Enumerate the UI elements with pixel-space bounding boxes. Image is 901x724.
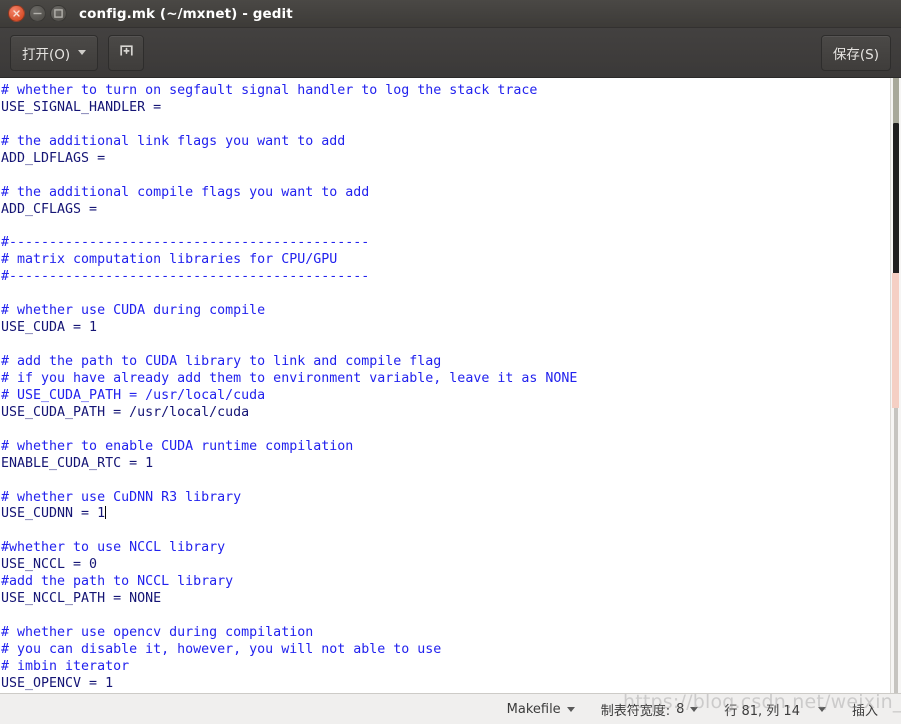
code-line: # whether use opencv during compilation [1, 625, 901, 642]
chevron-down-icon [78, 50, 87, 55]
code-line: # imbin iterator [1, 659, 901, 676]
window-title: config.mk (~/mxnet) - gedit [79, 5, 293, 22]
code-comment: # whether use opencv during compilation [1, 625, 314, 640]
code-comment: #add the path to NCCL library [1, 574, 234, 590]
code-line: # the additional compile flags you want … [1, 185, 901, 202]
save-button[interactable]: 保存(S) [820, 34, 891, 71]
code-line: # you can disable it, however, you will … [1, 642, 901, 659]
maximize-icon[interactable] [50, 5, 67, 22]
chevron-down-icon [690, 706, 699, 712]
scrollbar-track-upper [893, 78, 899, 123]
code-line: ​ [1, 337, 901, 354]
window-controls [8, 5, 67, 22]
code-line: ENABLE_CUDA_RTC = 1 [1, 456, 901, 473]
code-line: ​ [1, 473, 901, 490]
code-comment: # the additional compile flags you want … [1, 184, 370, 200]
code-comment: # USE_CUDA_PATH = /usr/local/cuda [1, 387, 266, 403]
code-line: # the additional link flags you want to … [1, 134, 901, 151]
code-line: USE_NCCL = 0 [1, 557, 901, 574]
scrollbar-thumb[interactable] [893, 123, 899, 288]
code-comment: # imbin iterator [1, 658, 130, 674]
code-line: USE_CUDNN = 1 [1, 506, 901, 523]
insert-mode-indicator[interactable]: 插入 [839, 694, 891, 724]
code-line: #whether to use NCCL library [1, 540, 901, 557]
new-document-icon [118, 42, 135, 63]
code-line: # add the path to CUDA library to link a… [1, 354, 901, 371]
title-bar: config.mk (~/mxnet) - gedit [0, 0, 901, 28]
gedit-window: config.mk (~/mxnet) - gedit 打开(O) 保存(S) … [0, 0, 901, 724]
code-comment: # whether to enable CUDA runtime compila… [1, 438, 354, 454]
code-statement: USE_CUDNN = 1 [1, 506, 106, 522]
chevron-down-icon [817, 706, 826, 712]
code-statement: USE_CUDA = 1 [1, 320, 98, 336]
insert-mode-label: 插入 [851, 703, 878, 719]
code-line: # if you have already add them to enviro… [1, 371, 901, 388]
scrollbar-track-lower [894, 408, 898, 693]
code-statement: ADD_LDFLAGS = [1, 150, 106, 166]
code-comment: #---------------------------------------… [1, 269, 370, 285]
tab-width-selector[interactable]: 制表符宽度: 8 [588, 694, 712, 724]
source-code-text[interactable]: # whether to turn on segfault signal han… [0, 78, 901, 693]
code-comment: # add the path to CUDA library to link a… [1, 354, 442, 369]
open-button-label: 打开(O) [22, 46, 71, 63]
toolbar: 打开(O) 保存(S) [0, 28, 901, 78]
tab-width-label: 制表符宽度: [600, 703, 671, 719]
language-selector[interactable]: Makefile [494, 694, 588, 724]
code-line: # whether use CUDA during compile [1, 303, 901, 320]
code-line: ADD_CFLAGS = [1, 202, 901, 219]
code-statement: USE_SIGNAL_HANDLER = [1, 99, 162, 115]
code-line: # whether to turn on segfault signal han… [1, 83, 901, 100]
code-line: #add the path to NCCL library [1, 574, 901, 591]
code-comment: #---------------------------------------… [1, 235, 370, 251]
vertical-scrollbar[interactable] [890, 78, 901, 693]
code-statement: USE_CUDA_PATH = /usr/local/cuda [1, 404, 250, 420]
code-line: # USE_CUDA_PATH = /usr/local/cuda [1, 388, 901, 405]
code-line: ​ [1, 117, 901, 134]
code-line: ​ [1, 219, 901, 236]
code-statement: USE_OPENCV = 1 [1, 675, 114, 691]
code-comment: # whether to turn on segfault signal han… [1, 83, 538, 98]
status-bar: Makefile 制表符宽度: 8 行 81, 列 14 插入 [0, 693, 901, 724]
code-statement: USE_NCCL_PATH = NONE [1, 591, 162, 607]
editor-area[interactable]: # whether to turn on segfault signal han… [0, 78, 901, 693]
chevron-down-icon [566, 706, 575, 712]
code-line: #---------------------------------------… [1, 269, 901, 286]
code-comment: # whether use CUDA during compile [1, 303, 266, 319]
tab-width-value: 8 [676, 701, 685, 717]
code-line: # whether use CuDNN R3 library [1, 490, 901, 507]
code-statement: ADD_CFLAGS = [1, 201, 98, 217]
text-cursor [104, 506, 106, 520]
code-line: USE_CUDA_PATH = /usr/local/cuda [1, 405, 901, 422]
code-line: #---------------------------------------… [1, 235, 901, 252]
close-icon[interactable] [8, 5, 25, 22]
cursor-position-label: 行 81, 列 14 [724, 703, 800, 719]
save-button-label: 保存(S) [832, 46, 879, 63]
code-line: USE_CUDA = 1 [1, 320, 901, 337]
scrollbar-search-marker [892, 273, 899, 408]
code-comment: # you can disable it, however, you will … [1, 641, 442, 657]
code-line: USE_NCCL_PATH = NONE [1, 591, 901, 608]
code-comment: # matrix computation libraries for CPU/G… [1, 252, 338, 268]
code-line: ​ [1, 168, 901, 185]
code-line: # whether to enable CUDA runtime compila… [1, 439, 901, 456]
code-comment: # if you have already add them to enviro… [1, 370, 578, 386]
code-line: ​ [1, 608, 901, 625]
code-line: USE_SIGNAL_HANDLER = [1, 100, 901, 117]
code-comment: # whether use CuDNN R3 library [1, 489, 242, 505]
minimize-icon[interactable] [29, 5, 46, 22]
code-line: ADD_LDFLAGS = [1, 151, 901, 168]
language-label: Makefile [506, 701, 561, 717]
code-statement: USE_NCCL = 0 [1, 557, 98, 573]
new-document-button[interactable] [108, 34, 145, 71]
cursor-position-indicator[interactable]: 行 81, 列 14 [711, 694, 839, 724]
code-line: ​ [1, 523, 901, 540]
code-comment: #whether to use NCCL library [1, 540, 226, 556]
code-line: # matrix computation libraries for CPU/G… [1, 252, 901, 269]
code-line: USE_OPENCV = 1 [1, 676, 901, 693]
open-button[interactable]: 打开(O) [10, 34, 99, 71]
code-statement: ENABLE_CUDA_RTC = 1 [1, 455, 154, 471]
code-line: ​ [1, 422, 901, 439]
code-comment: # the additional link flags you want to … [1, 133, 346, 149]
code-line: ​ [1, 286, 901, 303]
